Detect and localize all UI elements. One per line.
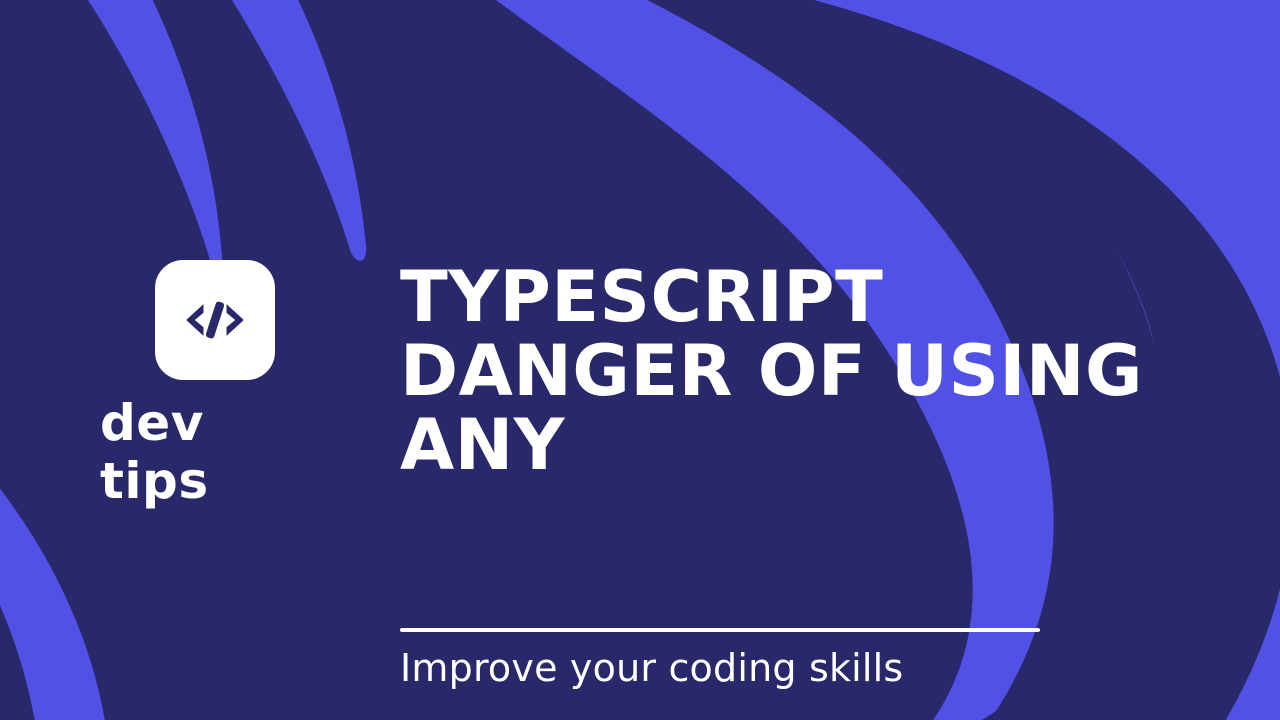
slide-subtitle: Improve your coding skills <box>400 646 1100 690</box>
logo-badge <box>155 260 275 380</box>
brand-logo: dev tips <box>100 260 330 510</box>
slide-title: TYPESCRIPT DANGER OF USING ANY <box>400 260 1220 483</box>
code-icon <box>179 296 251 344</box>
divider-line <box>400 628 1040 632</box>
subtitle-block: Improve your coding skills <box>400 628 1100 690</box>
slide-canvas: dev tips TYPESCRIPT DANGER OF USING ANY … <box>0 0 1280 720</box>
brand-text: dev tips <box>100 394 330 510</box>
